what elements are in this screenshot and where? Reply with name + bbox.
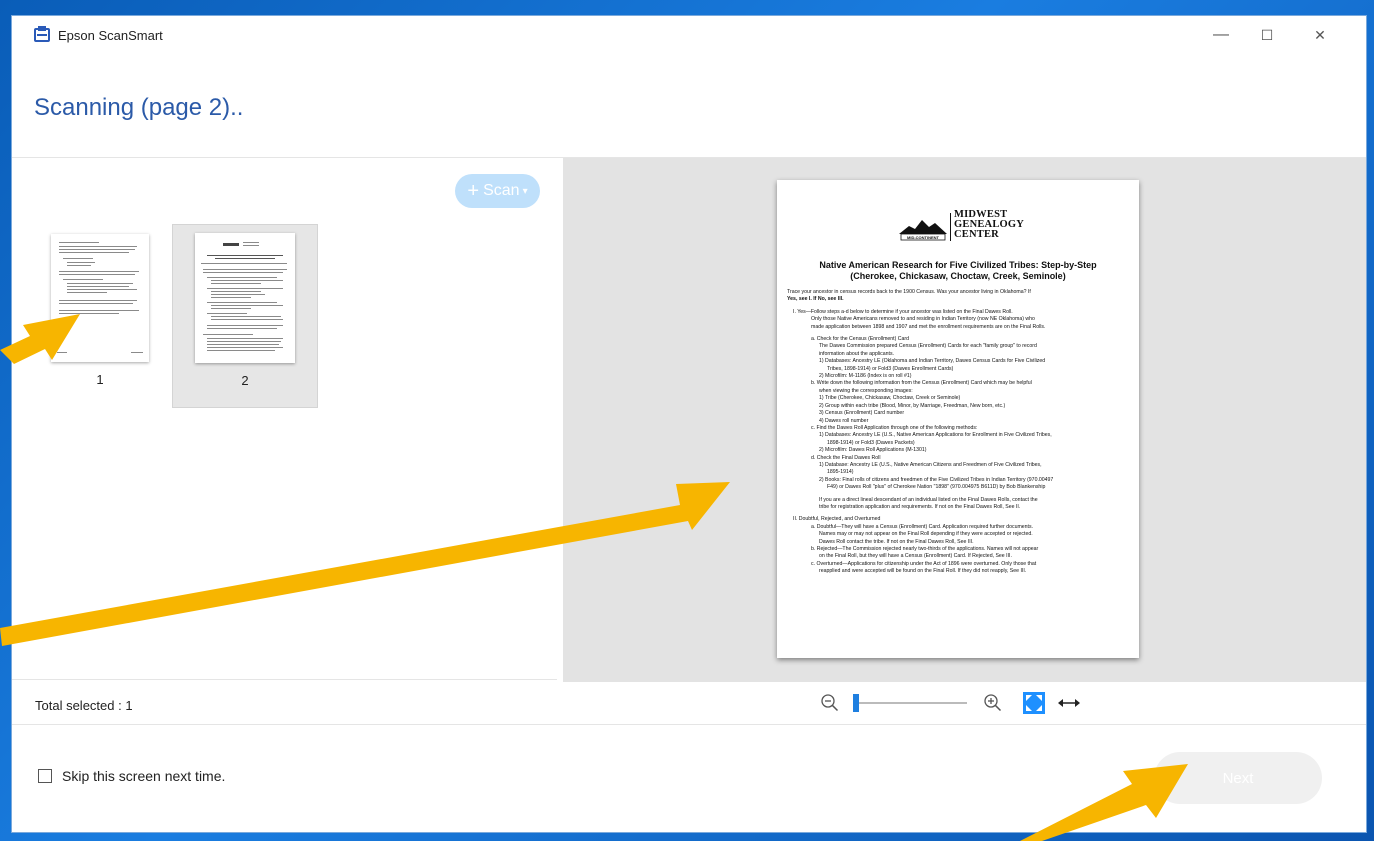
plus-icon: + [467,179,480,202]
divider [12,679,557,680]
scan-button-label: Scan [483,182,520,199]
title-bar: Epson ScanSmart — ☐ ✕ [12,16,1366,54]
thumbnail-number: 2 [241,373,249,388]
thumbnail-number: 1 [96,372,104,387]
thumbnail-image [195,233,295,363]
maximize-button[interactable]: ☐ [1244,16,1290,54]
skip-checkbox[interactable] [38,769,52,783]
skip-checkbox-label: Skip this screen next time. [62,768,226,784]
epson-scansmart-app-icon [34,26,50,42]
scan-button[interactable]: + Scan ▾ [455,174,540,208]
close-button[interactable]: ✕ [1297,16,1343,54]
zoom-slider-thumb[interactable] [853,694,859,712]
thumbnail-page-1[interactable]: 1 [41,224,171,408]
window-title: Epson ScanSmart [58,27,163,43]
divider [12,724,1366,725]
total-selected-text: Total selected : 1 [35,698,133,713]
minimize-button[interactable]: — [1198,16,1244,54]
preview-panel: MID-CONTINENT MIDWEST GENEALOGY CENTER N… [563,158,1366,682]
midwest-genealogy-center-logo: MID-CONTINENT MIDWEST GENEALOGY CENTER [897,209,1067,246]
fit-page-icon[interactable] [1023,692,1045,714]
zoom-toolbar [563,682,1366,724]
thumbnail-image [51,234,149,362]
document-preview: MID-CONTINENT MIDWEST GENEALOGY CENTER N… [777,180,1139,658]
document-title: Native American Research for Five Civili… [819,260,1097,281]
chevron-down-icon: ▾ [522,185,528,197]
document-body: Trace your ancestor in census records ba… [787,289,1054,575]
page-title: Scanning (page 2).. [34,94,244,121]
zoom-in-icon[interactable] [984,694,1002,712]
next-button[interactable]: Next [1154,752,1322,804]
thumbnail-page-2[interactable]: 2 [172,224,318,408]
skip-screen-option[interactable]: Skip this screen next time. [38,768,225,784]
logo-line: CENTER [954,229,999,240]
thumbnail-panel: + Scan ▾ 1 2 [12,158,563,724]
svg-text:MID-CONTINENT: MID-CONTINENT [907,235,940,240]
zoom-slider-track[interactable] [853,702,967,704]
app-window: Epson ScanSmart — ☐ ✕ Scanning (page 2).… [12,16,1366,832]
fit-width-icon[interactable] [1057,696,1081,710]
zoom-out-icon[interactable] [821,694,839,712]
